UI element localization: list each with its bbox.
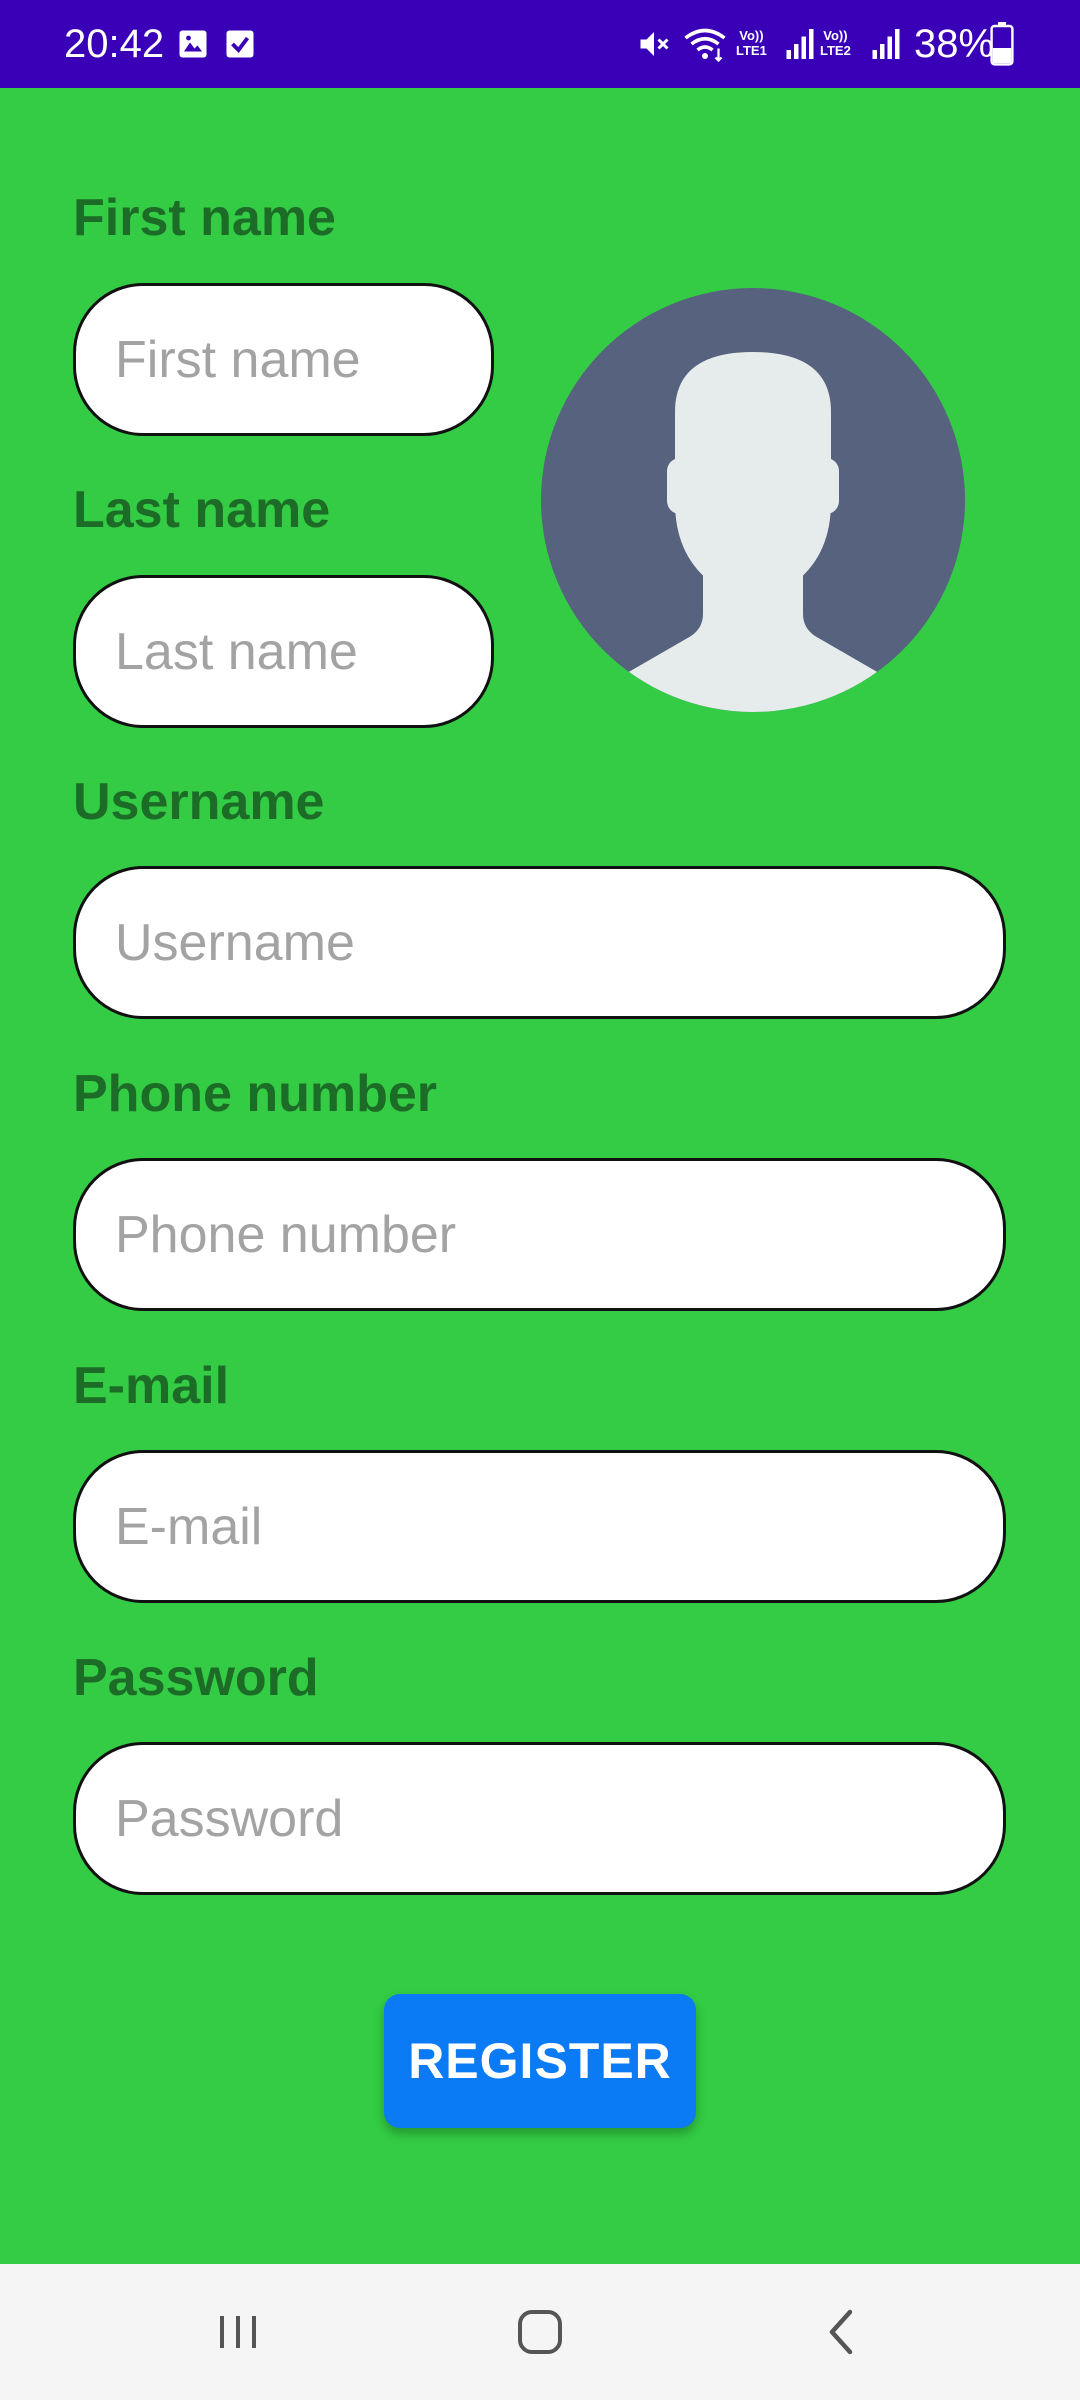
checkbox-icon bbox=[222, 26, 258, 62]
password-label: Password bbox=[73, 1649, 319, 1707]
status-time: 20:42 bbox=[64, 22, 165, 66]
last-name-label: Last name bbox=[73, 481, 331, 539]
sim1-volte-label: Vo)) bbox=[739, 28, 764, 43]
email-label: E-mail bbox=[73, 1357, 230, 1415]
battery-percentage: 38% bbox=[914, 22, 995, 66]
image-icon bbox=[175, 26, 211, 62]
signal-icon bbox=[784, 26, 816, 62]
username-label: Username bbox=[73, 773, 325, 831]
navigation-bar bbox=[0, 2264, 1080, 2400]
phone-number-input[interactable] bbox=[73, 1158, 1006, 1311]
signal-icon bbox=[870, 26, 902, 62]
recent-apps-icon[interactable] bbox=[198, 2292, 278, 2372]
email-input[interactable] bbox=[73, 1450, 1006, 1603]
registration-screen: 20:42 Vo)) LTE1 Vo)) LTE2 38% First name… bbox=[0, 0, 1080, 2400]
battery-icon bbox=[990, 22, 1014, 66]
mute-icon bbox=[636, 26, 672, 62]
sim1-lte-label: LTE1 bbox=[736, 43, 767, 58]
password-input[interactable] bbox=[73, 1742, 1006, 1895]
first-name-input[interactable] bbox=[73, 283, 494, 436]
sim2-label: Vo)) LTE2 bbox=[820, 28, 851, 58]
user-avatar-icon[interactable] bbox=[541, 288, 965, 712]
username-input[interactable] bbox=[73, 866, 1006, 1019]
phone-number-label: Phone number bbox=[73, 1065, 438, 1123]
sim2-volte-label: Vo)) bbox=[823, 28, 848, 43]
last-name-input[interactable] bbox=[73, 575, 494, 728]
status-bar: 20:42 Vo)) LTE1 Vo)) LTE2 38% bbox=[0, 0, 1080, 88]
wifi-icon bbox=[682, 26, 728, 62]
back-icon[interactable] bbox=[802, 2292, 882, 2372]
home-icon[interactable] bbox=[500, 2292, 580, 2372]
sim1-label: Vo)) LTE1 bbox=[736, 28, 767, 58]
register-button[interactable]: REGISTER bbox=[384, 1994, 696, 2128]
first-name-label: First name bbox=[73, 189, 336, 247]
sim2-lte-label: LTE2 bbox=[820, 43, 851, 58]
